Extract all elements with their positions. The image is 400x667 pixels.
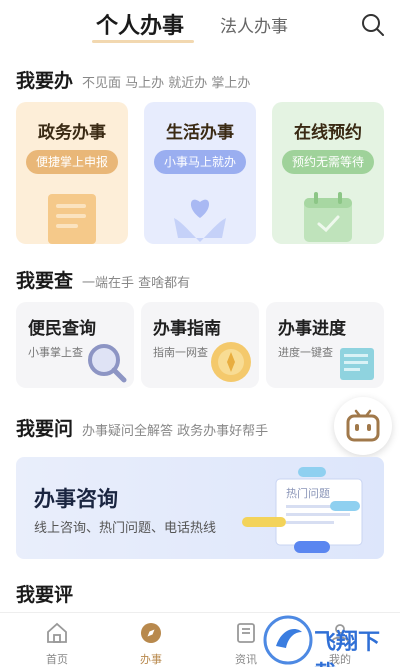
section-title-ask: 我要问 [16,418,74,440]
section-title-check: 我要查 [16,270,74,292]
chat-bubbles-illustration [242,467,363,553]
compass-coin-icon [211,342,251,382]
query-card-title: 办事进度 [278,319,346,339]
service-card-title: 在线预约 [294,123,362,143]
query-card-convenience[interactable]: 便民查询 小事掌上查 [16,302,134,388]
query-card-progress[interactable]: 办事进度 进度一键查 [266,302,384,388]
section-subtitle-do: 不见面 马上办 就近办 掌上办 [82,76,251,91]
query-card-title: 办事指南 [153,319,221,339]
tab-active-indicator [92,40,194,43]
section-title-do: 我要办 [16,70,74,92]
service-card-pill: 便捷掌上申报 [26,150,118,174]
watermark-logo: 飞翔下载 [262,614,398,667]
top-tab-bar: 个人办事 法人办事 [0,0,400,56]
hands-heart-icon [174,199,226,242]
calendar-check-icon [304,192,352,242]
service-card-government[interactable]: 政务办事 便捷掌上申报 [16,102,128,244]
service-card-pill: 预约无需等待 [282,150,374,174]
search-icon [362,14,384,36]
compass-icon [141,623,161,643]
query-card-subtitle: 指南一网查 [153,346,208,359]
query-card-guide[interactable]: 办事指南 指南一网查 [141,302,259,388]
nav-label: 办事 [140,653,162,666]
home-icon [47,622,67,643]
query-card-subtitle: 进度一键查 [278,346,333,359]
section-subtitle-ask: 办事疑问全解答 政务办事好帮手 [82,424,269,439]
news-icon [237,623,255,643]
service-card-pill: 小事马上就办 [154,150,246,174]
assistant-robot-button[interactable] [334,397,392,455]
robot-icon [346,409,380,442]
search-button[interactable] [358,10,388,40]
section-subtitle-check: 一端在手 查啥都有 [82,276,191,291]
consult-subtitle: 线上咨询、热门问题、电话热线 [34,521,217,536]
query-card-subtitle: 小事掌上查 [28,346,83,359]
tab-personal[interactable]: 个人办事 [96,8,184,40]
nav-item-home[interactable]: 首页 [27,621,87,667]
nav-item-affairs[interactable]: 办事 [121,621,181,667]
service-card-title: 政务办事 [38,123,106,143]
service-card-title: 生活办事 [166,123,234,143]
service-card-life[interactable]: 生活办事 小事马上就办 [144,102,256,244]
nav-label: 首页 [46,653,68,666]
consult-card-label: 热门问题 [286,487,330,500]
document-stack-icon [48,194,96,244]
service-card-booking[interactable]: 在线预约 预约无需等待 [272,102,384,244]
magnifier-icon [88,344,127,383]
tab-corporate[interactable]: 法人办事 [220,12,288,37]
section-title-rate: 我要评 [16,584,74,606]
scroll-document-icon [340,348,374,380]
watermark-text: 飞翔下载 [314,630,381,667]
query-card-title: 便民查询 [28,319,96,339]
consult-banner[interactable]: 办事咨询 线上咨询、热门问题、电话热线 热门问题 [16,457,384,559]
consult-title: 办事咨询 [34,487,118,511]
